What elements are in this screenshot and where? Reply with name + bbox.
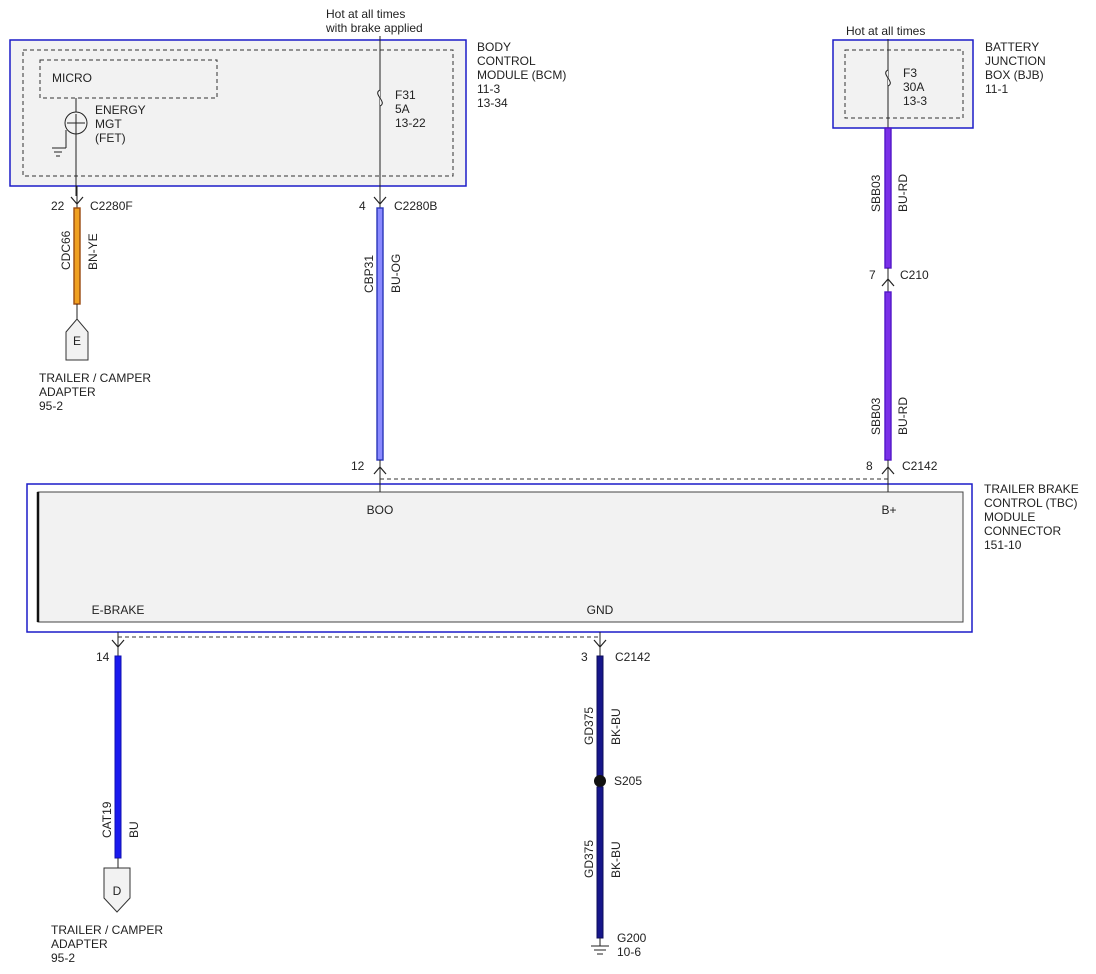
sbb03-bottom-color: BU-RD — [896, 397, 910, 435]
wire-gd375-top-body — [596, 655, 604, 781]
tbc-name-1: TRAILER BRAKE — [984, 482, 1079, 496]
tbc-pin-bplus: B+ — [881, 503, 896, 517]
trailer-d-line-2: ADAPTER — [51, 937, 108, 951]
trailer-e-line-1: TRAILER / CAMPER — [39, 371, 151, 385]
wire-sbb03-top-body — [884, 127, 892, 269]
cdc66-pin: 22 — [51, 199, 65, 213]
cat19-color: BU — [127, 821, 141, 838]
gd375-top-color: BK-BU — [609, 708, 623, 745]
gd375-top-circuit: GD375 — [582, 707, 596, 745]
wire-cbp31: 4 C2280B CBP31 BU-OG 12 — [351, 196, 437, 492]
cdc66-color: BN-YE — [86, 233, 100, 270]
tbc-module: BOO B+ E-BRAKE GND TRAILER BRAKE CONTROL… — [26, 482, 1079, 633]
bjb-name-4: 11-1 — [985, 82, 1008, 96]
cdc66-connector: C2280F — [90, 199, 133, 213]
wire-cdc66-body — [73, 207, 81, 305]
sbb03-bottom-circuit: SBB03 — [869, 397, 883, 435]
cat19-pin: 14 — [96, 650, 110, 664]
tbc-name-2: CONTROL (TBC) — [984, 496, 1078, 510]
bcm-hot-label-2: with brake applied — [325, 21, 423, 35]
gd375-connector: C2142 — [615, 650, 651, 664]
splice-s205-label: S205 — [614, 774, 642, 788]
bcm-name-5: 13-34 — [477, 96, 508, 110]
gd375-bottom-color: BK-BU — [609, 841, 623, 878]
fet-label-1: ENERGY — [95, 103, 146, 117]
wire-sbb03: SBB03 BU-RD 7 C210 SBB03 BU-RD 8 C2142 — [866, 127, 938, 492]
fuse-f31-label-3: 13-22 — [395, 116, 426, 130]
splice-s205-icon — [594, 775, 606, 787]
bcm-hot-label-1: Hot at all times — [326, 7, 405, 21]
tbc-name-3: MODULE — [984, 510, 1035, 524]
bcm-name-3: MODULE (BCM) — [477, 68, 566, 82]
bcm-micro-label: MICRO — [52, 71, 92, 85]
ground-g200-label: G200 — [617, 931, 647, 945]
fuse-f3-label-2: 30A — [903, 80, 924, 94]
fet-label-3: (FET) — [95, 131, 126, 145]
cdc66-circuit: CDC66 — [59, 230, 73, 270]
cbp31-pin-tbc: 12 — [351, 459, 365, 473]
tbc-pin-ebrake: E-BRAKE — [92, 603, 145, 617]
wire-gd375-bottom-body — [596, 786, 604, 939]
wiring-diagram: MICRO ENERGY MGT (FET) BODY CONTROL MODU… — [9, 7, 1079, 965]
bjb-hot-label: Hot at all times — [846, 24, 925, 38]
bcm-name-2: CONTROL — [477, 54, 536, 68]
tbc-pin-boo: BOO — [367, 503, 394, 517]
bjb-name-3: BOX (BJB) — [985, 68, 1044, 82]
bcm-module: MICRO ENERGY MGT (FET) BODY CONTROL MODU… — [9, 39, 566, 196]
sbb03-connector: C2142 — [902, 459, 938, 473]
tbc-name-4: CONNECTOR — [984, 524, 1061, 538]
bcm-name-1: BODY — [477, 40, 511, 54]
tbc-pin-gnd: GND — [587, 603, 614, 617]
gd375-bottom-circuit: GD375 — [582, 840, 596, 878]
bcm-name-4: 11-3 — [477, 82, 500, 96]
bjb-name-2: JUNCTION — [985, 54, 1046, 68]
terminal-e-letter: E — [73, 334, 81, 348]
terminal-d-letter: D — [113, 884, 122, 898]
ground-icon — [591, 945, 609, 955]
tbc-inner — [37, 491, 964, 623]
tbc-name-5: 151-10 — [984, 538, 1022, 552]
cbp31-pin: 4 — [359, 199, 366, 213]
wire-sbb03-bottom-body — [884, 291, 892, 461]
trailer-adapter-d: D TRAILER / CAMPER ADAPTER 95-2 — [51, 867, 163, 965]
sbb03-pin-tbc: 8 — [866, 459, 873, 473]
fuse-f3-label-3: 13-3 — [903, 94, 927, 108]
trailer-d-line-1: TRAILER / CAMPER — [51, 923, 163, 937]
wire-cbp31-body — [376, 207, 384, 461]
gd375-pin: 3 — [581, 650, 588, 664]
fuse-f31-label-1: F31 — [395, 88, 416, 102]
bjb-module: Hot at all times F3 30A 13-3 BATTERY JUN… — [832, 24, 1046, 130]
bjb-name-1: BATTERY — [985, 40, 1039, 54]
trailer-e-line-3: 95-2 — [39, 399, 63, 413]
ground-g200-ref: 10-6 — [617, 945, 641, 959]
wire-cat19: 14 CAT19 BU — [96, 632, 141, 868]
fuse-f3-label-1: F3 — [903, 66, 917, 80]
trailer-adapter-e: E TRAILER / CAMPER ADAPTER 95-2 — [39, 318, 151, 413]
cat19-circuit: CAT19 — [100, 801, 114, 838]
wire-gd375: 3 C2142 GD375 BK-BU S205 GD375 BK-BU G20… — [581, 632, 651, 959]
trailer-e-line-2: ADAPTER — [39, 385, 96, 399]
fuse-f31-label-2: 5A — [395, 102, 410, 116]
cbp31-color: BU-OG — [389, 254, 403, 293]
wire-cdc66: 22 C2280F CDC66 BN-YE — [51, 186, 133, 320]
cbp31-circuit: CBP31 — [362, 255, 376, 293]
trailer-d-line-3: 95-2 — [51, 951, 75, 965]
c210-pin: 7 — [869, 268, 876, 282]
sbb03-top-circuit: SBB03 — [869, 174, 883, 212]
wire-cat19-body — [114, 655, 122, 859]
fet-label-2: MGT — [95, 117, 122, 131]
cbp31-connector: C2280B — [394, 199, 437, 213]
sbb03-top-color: BU-RD — [896, 174, 910, 212]
c210-connector: C210 — [900, 268, 929, 282]
